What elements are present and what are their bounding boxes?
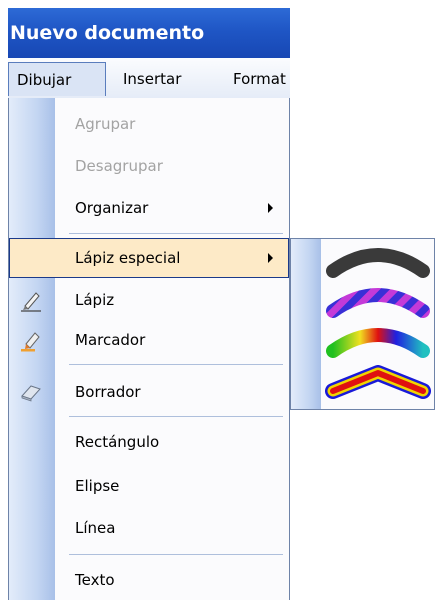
menu-insertar-label: Insertar xyxy=(123,70,182,88)
brush-stroke-dark-gray[interactable] xyxy=(325,245,431,281)
menu-item-linea-label: Línea xyxy=(75,519,116,537)
menu-item-marcador[interactable]: Marcador xyxy=(9,320,289,360)
menu-item-desagrupar[interactable]: Desagrupar xyxy=(9,146,289,186)
dibujar-dropdown-menu: Agrupar Desagrupar Organizar Lápiz espec… xyxy=(8,98,290,600)
lapiz-especial-submenu xyxy=(290,238,435,410)
brush-stroke-red-yellow-blue[interactable] xyxy=(325,365,431,401)
menu-item-rectangulo[interactable]: Rectángulo xyxy=(9,422,289,462)
menu-item-marcador-label: Marcador xyxy=(75,331,146,349)
menu-item-elipse-label: Elipse xyxy=(75,477,120,495)
eraser-icon xyxy=(21,385,41,402)
brush-stroke-rainbow[interactable] xyxy=(325,325,431,361)
submenu-arrow-icon xyxy=(268,203,273,213)
menu-item-texto-label: Texto xyxy=(75,571,115,589)
menu-item-lapiz-especial[interactable]: Lápiz especial xyxy=(9,238,289,278)
menu-dibujar[interactable]: Dibujar xyxy=(8,62,106,96)
menu-item-lapiz[interactable]: Lápiz xyxy=(9,280,289,320)
menu-item-linea[interactable]: Línea xyxy=(9,508,289,548)
menu-item-lapiz-especial-label: Lápiz especial xyxy=(75,249,181,267)
menu-separator xyxy=(69,364,283,365)
menu-item-organizar[interactable]: Organizar xyxy=(9,188,289,228)
window-title: Nuevo documento xyxy=(10,22,205,44)
pencil-icon xyxy=(21,292,41,312)
menu-item-rectangulo-label: Rectángulo xyxy=(75,433,160,451)
menu-dibujar-label: Dibujar xyxy=(17,71,72,89)
menu-formato-label: Format xyxy=(233,70,286,88)
menu-item-agrupar-label: Agrupar xyxy=(75,115,136,133)
menu-item-elipse[interactable]: Elipse xyxy=(9,466,289,506)
menu-item-lapiz-label: Lápiz xyxy=(75,291,115,309)
menu-item-texto[interactable]: Texto xyxy=(9,560,289,600)
menu-separator xyxy=(69,554,283,555)
menu-item-borrador-label: Borrador xyxy=(75,383,141,401)
menu-item-borrador[interactable]: Borrador xyxy=(9,372,289,412)
menu-bar: Dibujar Insertar Format xyxy=(8,58,290,100)
menu-formato[interactable]: Format xyxy=(233,62,286,96)
menu-separator xyxy=(69,233,283,234)
menu-separator xyxy=(69,416,283,417)
window-title-bar: Nuevo documento xyxy=(8,8,290,58)
highlighter-icon xyxy=(21,332,40,352)
brush-stroke-blue-magenta[interactable] xyxy=(325,285,431,321)
menu-item-desagrupar-label: Desagrupar xyxy=(75,157,163,175)
menu-insertar[interactable]: Insertar xyxy=(123,62,181,96)
submenu-arrow-icon xyxy=(268,253,273,263)
menu-item-organizar-label: Organizar xyxy=(75,199,149,217)
submenu-icon-gutter xyxy=(291,239,321,409)
menu-item-agrupar[interactable]: Agrupar xyxy=(9,104,289,144)
